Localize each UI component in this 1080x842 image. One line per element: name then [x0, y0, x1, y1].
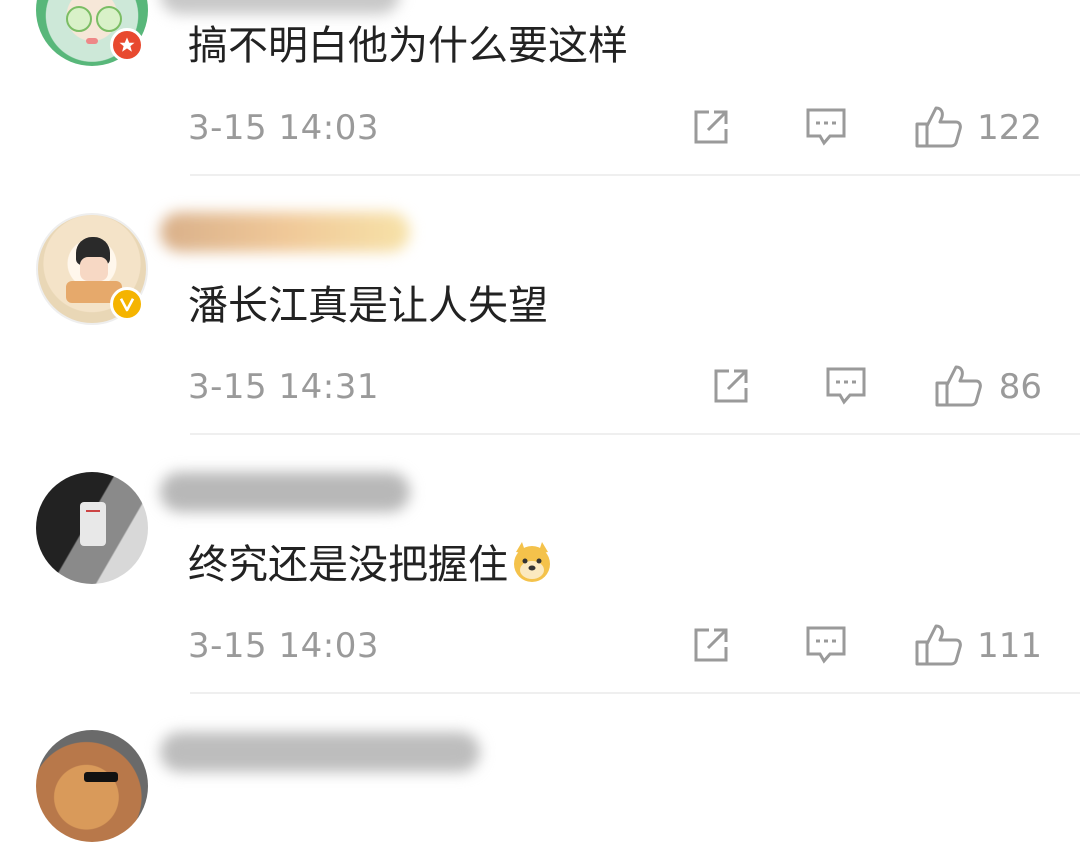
comment-icon[interactable]: [804, 624, 848, 666]
like-count: 122: [977, 108, 1042, 148]
divider: [190, 692, 1080, 694]
red-star-badge-icon: [110, 28, 144, 62]
comment-icon[interactable]: [804, 106, 848, 148]
avatar[interactable]: [36, 730, 148, 842]
blurred-username: [160, 0, 400, 14]
comment-text: 搞不明白他为什么要这样: [188, 23, 628, 69]
comment-time: 3-15 14:03: [188, 626, 379, 666]
thumbs-up-icon[interactable]: [914, 104, 964, 150]
divider: [190, 433, 1080, 435]
blurred-username: [160, 472, 410, 512]
blurred-username: [160, 212, 410, 252]
share-icon[interactable]: [690, 624, 732, 666]
comment-text: 终究还是没把握住: [188, 540, 554, 589]
verified-v-badge-icon: [110, 287, 144, 321]
comment-icon[interactable]: [824, 365, 868, 407]
like-count: 111: [977, 626, 1042, 666]
comment-time: 3-15 14:31: [188, 367, 379, 407]
doge-emoji-icon: [510, 540, 554, 584]
like-count: 86: [998, 367, 1042, 407]
share-icon[interactable]: [710, 365, 752, 407]
avatar[interactable]: [36, 472, 148, 584]
thumbs-up-icon[interactable]: [914, 622, 964, 668]
comment-text-content: 终究还是没把握住: [188, 542, 508, 588]
thumbs-up-icon[interactable]: [934, 363, 984, 409]
comment-time: 3-15 14:03: [188, 108, 379, 148]
divider: [190, 174, 1080, 176]
blurred-username: [160, 732, 480, 772]
comment-text: 潘长江真是让人失望: [188, 283, 548, 329]
share-icon[interactable]: [690, 106, 732, 148]
